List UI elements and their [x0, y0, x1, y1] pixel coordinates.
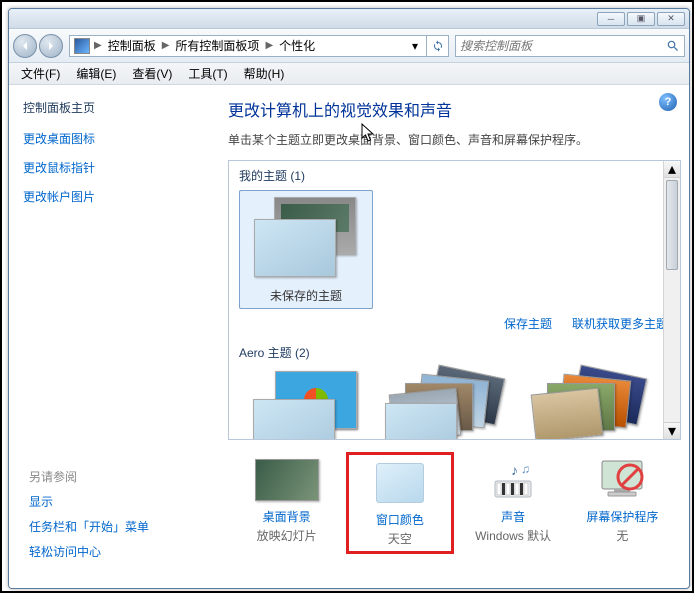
search-icon [666, 39, 680, 53]
sidebar-link-taskbar[interactable]: 任务栏和「开始」菜单 [29, 518, 149, 535]
theme-aero-1[interactable] [239, 371, 377, 439]
menu-edit[interactable]: 编辑(E) [68, 65, 124, 82]
scrollbar[interactable]: ▴ ▾ [663, 161, 680, 439]
screensaver-icon [572, 456, 672, 504]
breadcrumb[interactable]: 控制面板 [106, 37, 158, 54]
theme-aero-3[interactable] [523, 371, 661, 439]
main-content: ? 更改计算机上的视觉效果和声音 单击某个主题立即更改桌面背景、窗口颜色、声音和… [224, 85, 689, 588]
help-icon[interactable]: ? [659, 93, 677, 111]
control-panel-icon [74, 38, 90, 54]
scroll-thumb[interactable] [666, 180, 678, 270]
navigation-bar: ▶ 控制面板 ▶ 所有控制面板项 ▶ 个性化 ▾ [9, 29, 689, 63]
save-theme-link[interactable]: 保存主题 [504, 315, 552, 332]
theme-unsaved[interactable]: 未保存的主题 [239, 190, 373, 309]
back-button[interactable] [13, 34, 37, 58]
menu-view[interactable]: 查看(V) [124, 65, 180, 82]
sidebar-link-desktop-icons[interactable]: 更改桌面图标 [23, 130, 210, 147]
window-color-icon [349, 459, 451, 507]
theme-aero-2[interactable] [381, 371, 519, 439]
svg-text:♪: ♪ [511, 462, 518, 478]
minimize-button[interactable]: ─ [597, 12, 625, 26]
search-box[interactable] [455, 35, 685, 57]
sounds-icon: ♪ ♫ [463, 456, 563, 504]
forward-button[interactable] [39, 34, 63, 58]
sidebar-link-ease-access[interactable]: 轻松访问中心 [29, 543, 149, 560]
option-window-color[interactable]: 窗口颜色 天空 [346, 452, 454, 554]
get-more-themes-link[interactable]: 联机获取更多主题 [572, 315, 668, 332]
sidebar-link-display[interactable]: 显示 [29, 493, 149, 510]
svg-text:♫: ♫ [521, 462, 530, 476]
menu-tools[interactable]: 工具(T) [180, 65, 235, 82]
option-desktop-background[interactable]: 桌面背景 放映幻灯片 [237, 452, 337, 554]
menu-file[interactable]: 文件(F) [13, 65, 68, 82]
chevron-right-icon: ▶ [265, 40, 273, 51]
page-subtitle: 单击某个主题立即更改桌面背景、窗口颜色、声音和屏幕保护程序。 [228, 131, 681, 148]
breadcrumb[interactable]: 个性化 [277, 37, 317, 54]
menu-bar: 文件(F) 编辑(E) 查看(V) 工具(T) 帮助(H) [9, 63, 689, 85]
scroll-up-icon[interactable]: ▴ [664, 161, 680, 178]
my-themes-header: 我的主题 (1) [229, 161, 680, 190]
address-dropdown-icon[interactable]: ▾ [408, 39, 422, 53]
sidebar-link-account-picture[interactable]: 更改帐户图片 [23, 188, 210, 205]
sidebar-link-mouse-pointer[interactable]: 更改鼠标指针 [23, 159, 210, 176]
aero-themes-header: Aero 主题 (2) [229, 338, 680, 367]
option-screensaver[interactable]: 屏幕保护程序 无 [572, 452, 672, 554]
menu-help[interactable]: 帮助(H) [236, 65, 293, 82]
theme-label: 未保存的主题 [240, 287, 372, 304]
breadcrumb[interactable]: 所有控制面板项 [173, 37, 261, 54]
themes-panel: 我的主题 (1) 未保存的主题 保存主题 联机获取更多主题 [228, 160, 681, 440]
address-bar[interactable]: ▶ 控制面板 ▶ 所有控制面板项 ▶ 个性化 ▾ [69, 35, 427, 57]
option-sounds[interactable]: ♪ ♫ 声音 Windows 默认 [463, 452, 563, 554]
control-panel-home-link[interactable]: 控制面板主页 [23, 99, 210, 116]
see-also-header: 另请参阅 [29, 468, 149, 485]
search-input[interactable] [460, 39, 666, 53]
title-bar: ─ ▣ ✕ [9, 9, 689, 29]
close-button[interactable]: ✕ [657, 12, 685, 26]
chevron-right-icon: ▶ [94, 40, 102, 51]
maximize-button[interactable]: ▣ [627, 12, 655, 26]
page-title: 更改计算机上的视觉效果和声音 [228, 97, 681, 121]
refresh-button[interactable] [427, 35, 449, 57]
desktop-background-icon [237, 456, 337, 504]
scroll-down-icon[interactable]: ▾ [664, 422, 680, 439]
chevron-right-icon: ▶ [162, 40, 170, 51]
sidebar: 控制面板主页 更改桌面图标 更改鼠标指针 更改帐户图片 另请参阅 显示 任务栏和… [9, 85, 224, 588]
